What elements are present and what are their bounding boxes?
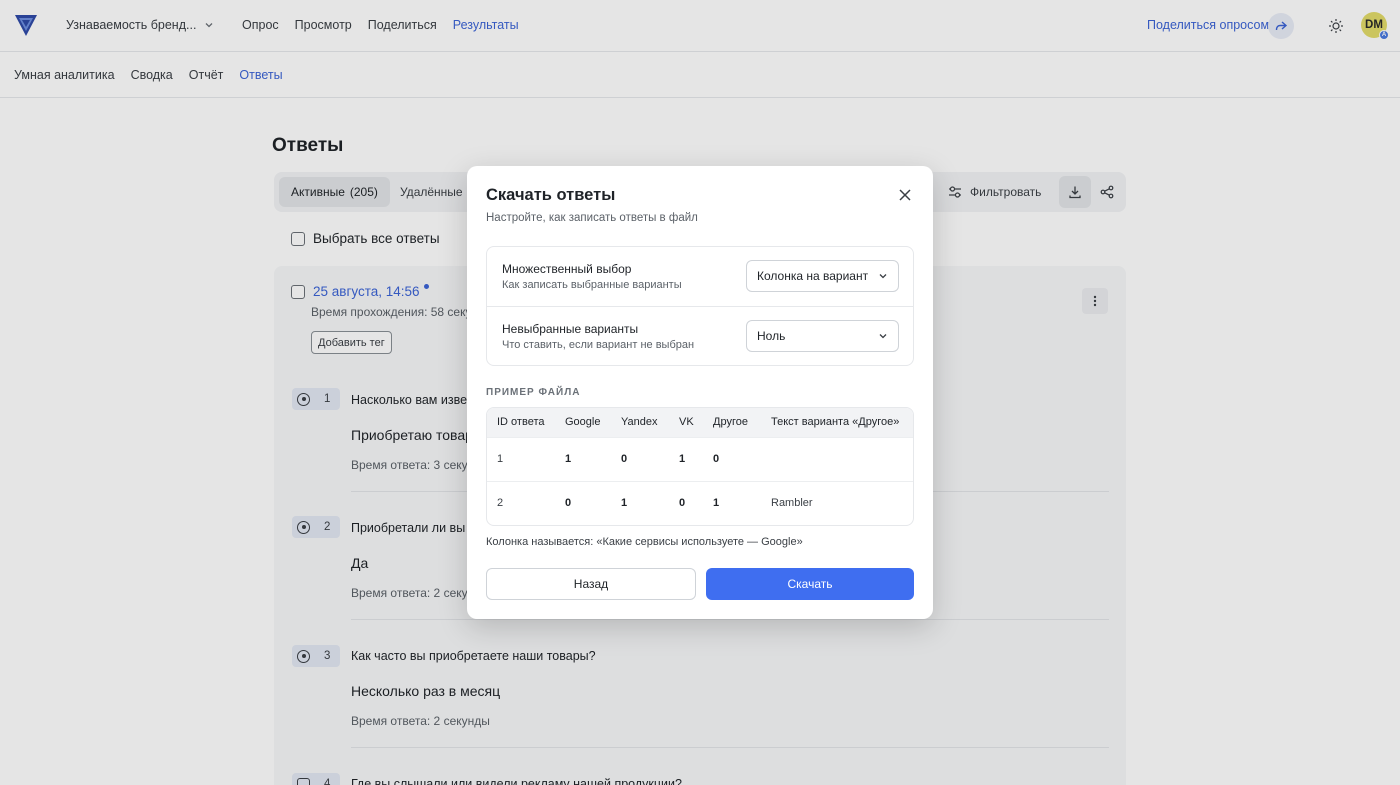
column-header: VK — [669, 408, 703, 437]
select-value: Ноль — [757, 329, 786, 343]
table-cell: 1 — [555, 436, 611, 481]
options-box: Множественный выбор Как записать выбранн… — [486, 246, 914, 366]
column-name-note: Колонка называется: «Какие сервисы испол… — [486, 536, 803, 548]
option-row-unselected: Невыбранные варианты Что ставить, если в… — [487, 307, 913, 367]
modal-title: Скачать ответы — [486, 186, 616, 204]
column-header: Текст варианта «Другое» — [761, 408, 913, 437]
option-label: Множественный выбор — [502, 262, 632, 276]
column-header: ID ответа — [487, 408, 555, 437]
column-header: Google — [555, 408, 611, 437]
table-cell: 0 — [703, 436, 761, 481]
table-cell: 0 — [611, 436, 669, 481]
column-header: Другое — [703, 408, 761, 437]
table-row: 1 1 0 1 0 — [487, 436, 913, 481]
table-cell: 1 — [611, 480, 669, 525]
table-header-row: ID ответа Google Yandex VK Другое Текст … — [487, 408, 913, 437]
table-cell: Rambler — [761, 480, 913, 525]
chevron-down-icon — [879, 334, 887, 339]
sample-file-label: ПРИМЕР ФАЙЛА — [486, 387, 581, 398]
download-confirm-button[interactable]: Скачать — [706, 568, 914, 600]
chevron-down-icon — [879, 274, 887, 279]
multiple-choice-select[interactable]: Колонка на вариант — [746, 260, 899, 292]
table-row: 2 0 1 0 1 Rambler — [487, 480, 913, 525]
table-cell: 2 — [487, 480, 555, 525]
table-cell: 1 — [703, 480, 761, 525]
option-row-multiple-choice: Множественный выбор Как записать выбранн… — [487, 247, 913, 307]
download-modal: Скачать ответы Настройте, как записать о… — [467, 166, 933, 619]
table-cell: 1 — [487, 436, 555, 481]
option-description: Что ставить, если вариант не выбран — [502, 339, 695, 351]
close-icon — [899, 189, 911, 201]
option-label: Невыбранные варианты — [502, 322, 639, 336]
select-value: Колонка на вариант — [757, 269, 869, 283]
column-header: Yandex — [611, 408, 669, 437]
unselected-value-select[interactable]: Ноль — [746, 320, 899, 352]
option-description: Как записать выбранные варианты — [502, 279, 682, 291]
table-cell: 0 — [555, 480, 611, 525]
table-cell: 1 — [669, 436, 703, 481]
modal-subtitle: Настройте, как записать ответы в файл — [486, 212, 698, 224]
close-button[interactable] — [896, 186, 914, 204]
back-button[interactable]: Назад — [486, 568, 696, 600]
table-cell — [761, 436, 913, 481]
sample-table: ID ответа Google Yandex VK Другое Текст … — [486, 407, 914, 526]
table-cell: 0 — [669, 480, 703, 525]
